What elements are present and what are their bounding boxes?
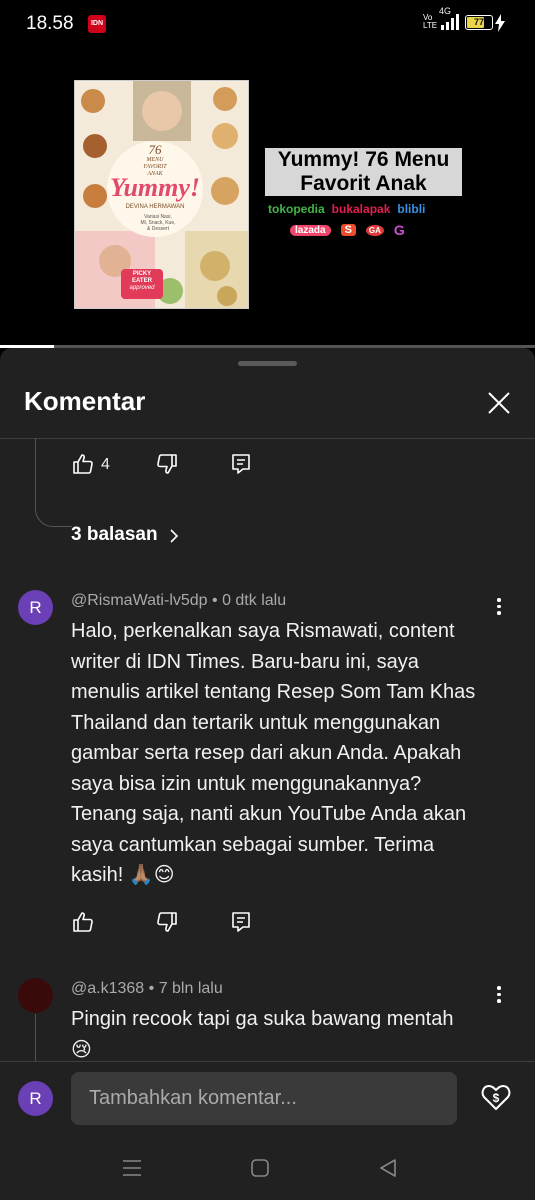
like-icon[interactable] [71,452,95,476]
status-icons: Vo LTE 4G 77 [423,6,493,30]
comment-time: 0 dtk lalu [222,592,287,609]
avatar[interactable] [18,978,53,1013]
more-icon[interactable] [496,598,502,618]
comment-input-placeholder: Tambahkan komentar... [89,1087,297,1109]
thread-line [35,1014,36,1061]
blibli-logo: blibli [397,202,426,216]
comment-text: Halo, perkenalkan saya Rismawati, conten… [71,620,476,886]
book-badge: PICKY EATER approved [129,271,155,291]
avatar[interactable]: R [18,590,53,625]
comment-meta: @a.k1368 • 7 bln lalu [71,980,223,997]
close-icon[interactable] [484,388,514,418]
bukalapak-logo: bukalapak [331,202,391,216]
like-icon[interactable] [71,910,95,934]
comment-author[interactable]: @RismaWati-lv5dp [71,592,208,609]
comment-author[interactable]: @a.k1368 [71,980,144,997]
super-thanks-icon[interactable]: $ [480,1081,512,1113]
comments-sheet: Komentar 4 3 balasan R @RismaWati-lv5dp … [0,348,535,1200]
system-navigation-bar [0,1143,535,1200]
dislike-icon[interactable] [155,910,179,934]
book-cover-image: 76 MENU FAVORIT ANAK Yummy! DEVINA HERMA… [74,80,249,309]
shopee-logo: S [340,224,356,236]
tokopedia-logo: tokopedia [268,202,325,216]
composer-divider [0,1061,535,1062]
composer-avatar: R [18,1081,53,1116]
book-tagline: Variasi Nasi, Mi, Snack, Kue, & Dessert [140,214,176,232]
promo-title: Yummy! 76 Menu Favorit Anak [265,148,462,196]
recents-icon[interactable] [121,1158,143,1178]
comment-time: 7 bln lalu [158,980,223,997]
back-icon[interactable] [378,1158,398,1178]
dislike-icon[interactable] [155,452,179,476]
shop-logos: tokopedia bukalapak blibli lazada S GA G [268,202,425,238]
lazada-logo: lazada [290,224,331,236]
charging-icon [495,14,505,32]
book-brand: Yummy! [109,173,201,202]
status-bar: 18.58 IDN Vo LTE 4G 77 [0,0,535,48]
comment-input[interactable]: Tambahkan komentar... [71,1072,457,1125]
view-replies-button[interactable]: 3 balasan [71,524,158,546]
idn-notification-icon: IDN [88,15,106,33]
more-icon[interactable] [496,986,502,1006]
battery-icon: 77 [465,15,493,30]
gramedia-logo: G [393,222,405,238]
signal-icon [441,14,459,30]
header-divider [0,438,535,439]
ga-logo: GA [365,224,384,236]
network-type-label: 4G [439,6,452,16]
home-icon[interactable] [250,1158,270,1178]
thread-line [35,438,72,527]
reply-icon[interactable] [229,452,253,476]
battery-level: 77 [473,17,484,27]
like-count: 4 [101,456,110,473]
chevron-right-icon [170,529,179,543]
book-author: DEVINA HERMAWAN [125,204,185,210]
comments-title: Komentar [24,386,146,416]
reply-icon[interactable] [229,910,253,934]
comment-text: Pingin recook tapi ga suka bawang mentah… [71,1008,454,1061]
status-time: 18.58 [26,13,74,34]
svg-text:$: $ [493,1091,500,1105]
volte-icon: Vo LTE [423,13,438,30]
comment-meta: @RismaWati-lv5dp • 0 dtk lalu [71,592,287,609]
drag-handle[interactable] [238,361,297,366]
